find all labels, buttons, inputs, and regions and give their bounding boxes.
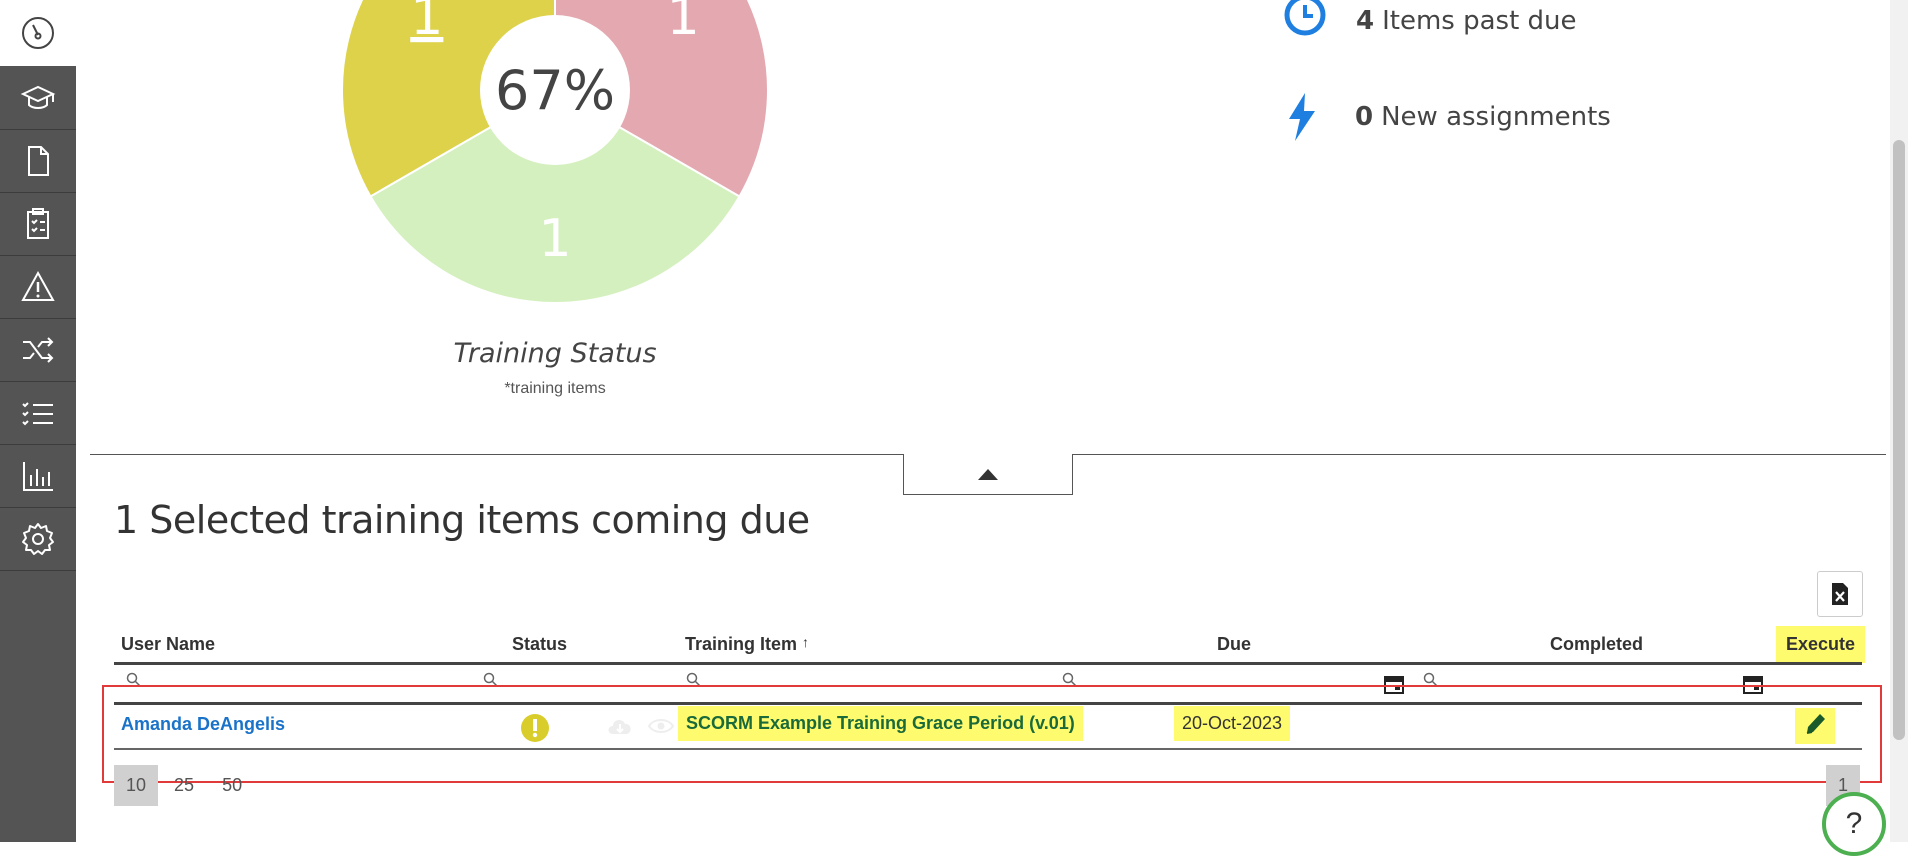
header-training-item-label: Training Item [685,634,798,654]
scrollbar[interactable] [1890,0,1908,842]
header-status[interactable]: Status [512,634,567,655]
sidebar-item-documents[interactable] [0,130,76,193]
page-size-10[interactable]: 10 [114,765,159,806]
page-size-25[interactable]: 25 [162,765,206,806]
past-due-count: 4 [1356,6,1375,36]
collapse-button[interactable] [903,454,1073,495]
pie-slice-label: 1 [538,209,571,269]
export-excel-button[interactable] [1817,571,1863,617]
training-status-chart: 1 1 1 67% [340,0,770,310]
sidebar-item-dashboard[interactable] [0,0,76,66]
header-rule [114,662,1862,665]
gear-icon [22,523,54,555]
section-title: 1 Selected training items coming due [114,498,810,542]
sidebar-item-reports[interactable] [0,445,76,508]
chart-title: Training Status [453,338,657,369]
graduation-cap-icon [20,85,56,109]
help-label: ? [1845,807,1863,840]
sidebar-item-tasks[interactable] [0,193,76,256]
speedometer-icon [22,17,54,49]
sidebar-item-checklists[interactable] [0,382,76,445]
new-assignments-label: New assignments [1381,102,1611,132]
checklist-icon [22,402,53,426]
past-due-stat[interactable]: 4 Items past due [1282,0,1577,42]
pie-slice-label: 1 [667,0,700,47]
document-icon [28,146,49,176]
chart-subtitle: *training items [504,380,606,397]
shuffle-icon [23,337,54,363]
sidebar-item-training[interactable] [0,67,76,130]
sort-asc-icon: ↑ [802,634,810,650]
header-training-item[interactable]: Training Item ↑ [685,634,809,655]
page-size-50[interactable]: 50 [210,765,254,806]
clock-icon [1284,0,1326,36]
pie-center-label: 67% [495,59,615,122]
header-completed[interactable]: Completed [1550,634,1643,655]
sidebar-item-changes[interactable] [0,319,76,382]
excel-file-icon [1832,583,1848,605]
caret-up-icon [978,469,998,480]
sidebar-item-issues[interactable] [0,256,76,319]
pie-slice-label: 1 [410,0,443,47]
header-due[interactable]: Due [1217,634,1251,655]
new-assignments-stat[interactable]: 0 New assignments [1285,93,1611,141]
scrollbar-thumb[interactable] [1893,140,1905,740]
lightning-icon [1289,93,1315,141]
bar-chart-icon [23,462,53,491]
highlight-box [102,685,1882,783]
new-assignments-count: 0 [1355,102,1374,132]
clipboard-checklist-icon [27,208,49,239]
sidebar [0,0,76,842]
header-execute[interactable]: Execute [1776,626,1866,663]
warning-icon [21,270,55,301]
past-due-label: Items past due [1382,6,1577,36]
header-user-name[interactable]: User Name [121,634,215,655]
help-button[interactable]: ? [1822,792,1886,856]
sidebar-item-settings[interactable] [0,508,76,571]
page-size-selector: 10 25 50 [114,765,254,806]
